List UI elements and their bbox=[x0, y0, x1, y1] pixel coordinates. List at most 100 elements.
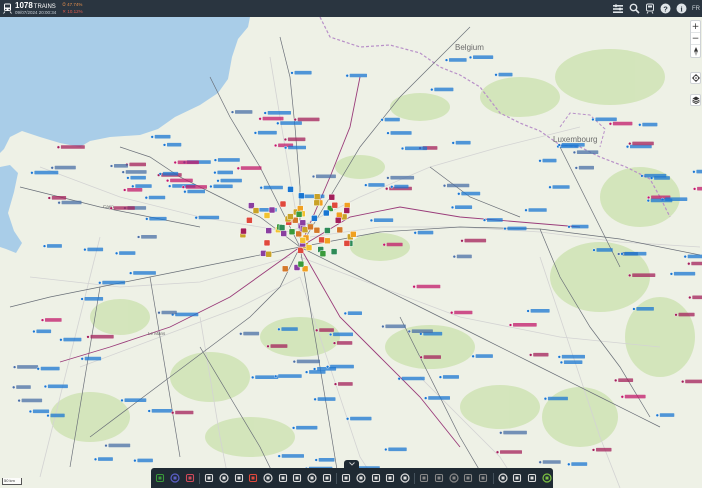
train-marker[interactable] bbox=[369, 218, 373, 222]
train-marker[interactable] bbox=[692, 170, 696, 174]
train-marker[interactable] bbox=[655, 413, 659, 417]
train-label-chip[interactable] bbox=[257, 130, 277, 135]
station-icon[interactable] bbox=[343, 240, 351, 247]
train-label-chip[interactable] bbox=[405, 146, 428, 151]
train-marker[interactable] bbox=[494, 73, 498, 77]
tgv-button[interactable] bbox=[276, 471, 289, 485]
train-marker[interactable] bbox=[683, 255, 687, 259]
train-label-chip[interactable] bbox=[561, 354, 585, 359]
train-label-chip[interactable] bbox=[337, 341, 353, 345]
train-label-chip[interactable] bbox=[411, 329, 433, 333]
train-label-chip[interactable] bbox=[624, 394, 646, 399]
train-marker[interactable] bbox=[333, 382, 338, 386]
train-label-chip[interactable] bbox=[596, 248, 613, 252]
train-label-chip[interactable] bbox=[114, 164, 128, 168]
train-label-chip[interactable] bbox=[51, 196, 67, 200]
station-icon[interactable] bbox=[246, 217, 253, 224]
train-label-chip[interactable] bbox=[455, 205, 473, 209]
search-icon[interactable] bbox=[629, 3, 640, 14]
train-marker[interactable] bbox=[251, 375, 255, 379]
train-marker[interactable] bbox=[50, 166, 54, 170]
train-label-chip[interactable] bbox=[530, 309, 550, 313]
train-marker[interactable] bbox=[274, 143, 278, 148]
train-marker[interactable] bbox=[129, 271, 133, 275]
train-marker[interactable] bbox=[42, 244, 47, 248]
train-label-chip[interactable] bbox=[287, 137, 306, 142]
train-label-chip[interactable] bbox=[161, 310, 177, 315]
train-marker[interactable] bbox=[400, 146, 405, 151]
train-label-chip[interactable] bbox=[280, 121, 302, 125]
train-marker[interactable] bbox=[274, 374, 278, 378]
train-marker[interactable] bbox=[121, 170, 125, 174]
crane-button[interactable] bbox=[399, 471, 412, 485]
train-marker[interactable] bbox=[98, 281, 102, 285]
train-label-chip[interactable] bbox=[187, 189, 205, 194]
train-marker[interactable] bbox=[283, 137, 287, 142]
train-marker[interactable] bbox=[120, 398, 124, 402]
train-marker[interactable] bbox=[450, 311, 454, 315]
train-marker[interactable] bbox=[572, 150, 576, 154]
train-marker[interactable] bbox=[86, 335, 90, 339]
train-marker[interactable] bbox=[386, 176, 390, 180]
train-marker[interactable] bbox=[382, 243, 386, 247]
train-label-chip[interactable] bbox=[45, 318, 62, 322]
layers-button[interactable] bbox=[340, 471, 353, 485]
train-label-chip[interactable] bbox=[61, 200, 82, 205]
train-marker[interactable] bbox=[692, 187, 697, 191]
train-label-chip[interactable] bbox=[386, 242, 403, 247]
train-label-chip[interactable] bbox=[40, 366, 60, 371]
train-label-chip[interactable] bbox=[347, 311, 362, 315]
cursor-button[interactable] bbox=[169, 471, 182, 485]
train-label-chip[interactable] bbox=[659, 413, 675, 417]
train-marker[interactable] bbox=[386, 131, 390, 135]
train-label-chip[interactable] bbox=[175, 410, 194, 415]
train-marker[interactable] bbox=[457, 192, 461, 196]
station-icon[interactable] bbox=[323, 209, 330, 217]
train-marker[interactable] bbox=[150, 135, 154, 139]
train-label-chip[interactable] bbox=[473, 55, 494, 59]
train-marker[interactable] bbox=[343, 311, 347, 315]
train-marker[interactable] bbox=[419, 355, 423, 359]
station-icon[interactable] bbox=[280, 230, 287, 237]
train-label-chip[interactable] bbox=[316, 174, 336, 179]
train-label-chip[interactable] bbox=[498, 72, 513, 77]
train-marker[interactable] bbox=[381, 324, 385, 329]
train-marker[interactable] bbox=[430, 87, 434, 92]
info-icon[interactable]: i bbox=[676, 3, 687, 14]
train-label-chip[interactable] bbox=[217, 158, 240, 162]
train-marker[interactable] bbox=[93, 457, 98, 461]
train-marker[interactable] bbox=[305, 370, 309, 374]
train-label-chip[interactable] bbox=[528, 208, 547, 212]
train-marker[interactable] bbox=[438, 375, 442, 379]
station-icon[interactable] bbox=[279, 200, 287, 208]
train-marker[interactable] bbox=[548, 185, 552, 189]
train-label-chip[interactable] bbox=[542, 158, 557, 163]
train-label-chip[interactable] bbox=[442, 375, 459, 379]
train-marker[interactable] bbox=[508, 323, 513, 327]
train-marker[interactable] bbox=[315, 328, 319, 332]
train-label-chip[interactable] bbox=[50, 413, 65, 418]
train-label-chip[interactable] bbox=[102, 280, 126, 285]
train-label-chip[interactable] bbox=[281, 327, 298, 331]
train-marker[interactable] bbox=[314, 458, 318, 462]
train-label-chip[interactable] bbox=[384, 117, 400, 122]
train-marker[interactable] bbox=[313, 397, 317, 401]
train-label-chip[interactable] bbox=[130, 175, 146, 180]
train-marker[interactable] bbox=[133, 459, 137, 463]
dot-button[interactable] bbox=[418, 471, 431, 485]
train-marker[interactable] bbox=[313, 367, 317, 371]
train-label-chip[interactable] bbox=[60, 145, 85, 149]
train-marker[interactable] bbox=[236, 166, 240, 170]
train-marker[interactable] bbox=[168, 184, 172, 188]
train-label-chip[interactable] bbox=[487, 218, 503, 222]
train-label-chip[interactable] bbox=[21, 398, 43, 403]
station-icon[interactable] bbox=[324, 227, 331, 234]
station-button[interactable] bbox=[203, 471, 216, 485]
train-label-chip[interactable] bbox=[338, 382, 353, 386]
train-marker[interactable] bbox=[574, 166, 578, 170]
station-icon[interactable] bbox=[287, 186, 294, 193]
train-label-chip[interactable] bbox=[390, 175, 415, 180]
train-marker[interactable] bbox=[259, 186, 263, 190]
train-marker[interactable] bbox=[13, 365, 17, 369]
station-icon[interactable] bbox=[281, 265, 289, 273]
